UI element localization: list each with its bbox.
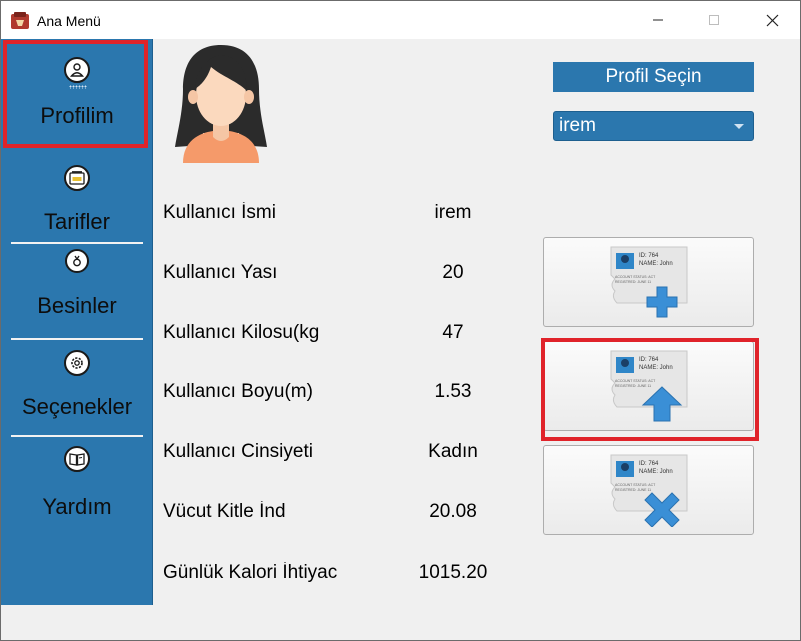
- avatar: [175, 45, 267, 163]
- gear-icon: [64, 350, 90, 376]
- sidebar-divider: [11, 435, 143, 437]
- app-icon: [11, 12, 29, 29]
- sidebar-item-tarifler[interactable]: Tarifler: [1, 165, 153, 247]
- highlight-profilim: [3, 40, 148, 148]
- profile-select-heading: Profil Seçin: [553, 62, 754, 92]
- add-profile-button[interactable]: ID: 764 NAME: John ACCOUNT STATUS: ACT R…: [543, 237, 754, 327]
- card-registered-text: REGISTRED: JUNE 11: [615, 280, 651, 284]
- field-label-bmi: Vücut Kitle İnd: [163, 501, 286, 522]
- card-status-text: ACCOUNT STATUS: ACT: [615, 483, 656, 487]
- field-label-age: Kullanıcı Yası: [163, 262, 278, 283]
- card-name-text: NAME: John: [639, 469, 673, 475]
- sidebar-item-label: Seçenekler: [21, 394, 133, 419]
- maximize-button[interactable]: [691, 1, 737, 39]
- sidebar-item-label: Tarifler: [43, 209, 110, 234]
- field-value-weight: 47: [442, 322, 464, 343]
- field-value-bmi: 20.08: [429, 501, 477, 522]
- close-button[interactable]: [749, 1, 795, 39]
- food-icon: [65, 249, 89, 273]
- card-status-text: ACCOUNT STATUS: ACT: [615, 275, 656, 279]
- field-label-height: Kullanıcı Boyu(m): [163, 381, 313, 402]
- card-registered-text: REGISTRED: JUNE 11: [615, 488, 651, 492]
- sidebar-divider: [11, 242, 143, 244]
- delete-card-icon: ID: 764 NAME: John ACCOUNT STATUS: ACT R…: [610, 454, 687, 527]
- field-value-calorie: 1015.20: [418, 562, 488, 583]
- main-window: Ana Menü Profilim Tarifler Besinler Seçe…: [0, 0, 801, 641]
- card-id-text: ID: 764: [639, 461, 659, 467]
- field-label-name: Kullanıcı İsmi: [163, 202, 276, 223]
- profile-select-value: irem: [559, 115, 596, 136]
- recipe-icon: [64, 165, 90, 191]
- profile-select-dropdown[interactable]: irem: [553, 111, 754, 141]
- sidebar-item-label: Besinler: [37, 293, 117, 318]
- sidebar-divider: [11, 338, 143, 340]
- field-value-age: 20: [442, 262, 464, 283]
- field-value-name: irem: [434, 202, 472, 223]
- field-label-weight: Kullanıcı Kilosu(kg: [163, 322, 320, 343]
- field-value-gender: Kadın: [428, 441, 478, 462]
- sidebar-item-yardim[interactable]: Yardım: [1, 446, 153, 530]
- field-label-gender: Kullanıcı Cinsiyeti: [163, 441, 313, 462]
- delete-profile-button[interactable]: ID: 764 NAME: John ACCOUNT STATUS: ACT R…: [543, 445, 754, 535]
- highlight-update-button: [541, 338, 759, 441]
- field-value-height: 1.53: [434, 381, 472, 402]
- minimize-button[interactable]: [635, 1, 681, 39]
- window-title: Ana Menü: [37, 13, 101, 29]
- add-card-icon: ID: 764 NAME: John ACCOUNT STATUS: ACT R…: [610, 246, 687, 318]
- sidebar-item-secenekler[interactable]: Seçenekler: [1, 350, 153, 436]
- maximize-icon: [709, 15, 719, 25]
- sidebar-item-label: Yardım: [42, 494, 112, 519]
- card-name-text: NAME: John: [639, 261, 673, 267]
- sidebar-item-besinler[interactable]: Besinler: [1, 249, 153, 329]
- field-label-calorie: Günlük Kalori İhtiyac: [163, 562, 338, 583]
- book-icon: [64, 446, 90, 472]
- chevron-down-icon: [734, 124, 744, 129]
- card-id-text: ID: 764: [639, 253, 659, 259]
- title-bar: Ana Menü: [1, 1, 800, 39]
- minimize-icon: [653, 19, 663, 21]
- close-icon: [766, 14, 778, 26]
